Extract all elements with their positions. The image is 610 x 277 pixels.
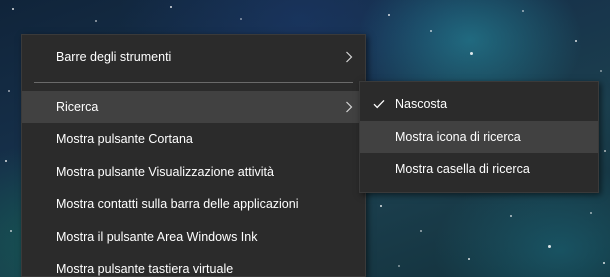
chevron-right-icon (343, 41, 355, 74)
menu-item-show-windows-ink-button[interactable]: Mostra il pulsante Area Windows Ink (22, 221, 365, 254)
menu-item-label: Mostra contatti sulla barra delle applic… (56, 197, 299, 211)
submenu-item-label: Nascosta (395, 97, 448, 111)
submenu-item-show-search-icon[interactable]: Mostra icona di ricerca (360, 120, 598, 153)
desktop-background: Barre degli strumenti Ricerca Mostra pul… (0, 0, 610, 277)
submenu-item-hidden[interactable]: Nascosta (360, 88, 598, 121)
menu-item-label: Mostra pulsante Visualizzazione attività (56, 164, 274, 179)
chevron-right-icon (343, 91, 355, 124)
menu-item-show-task-view-button[interactable]: Mostra pulsante Visualizzazione attività (22, 156, 365, 189)
menu-item-label: Barre degli strumenti (56, 50, 172, 64)
menu-separator (34, 81, 353, 83)
menu-item-show-people-on-taskbar[interactable]: Mostra contatti sulla barra delle applic… (22, 188, 365, 221)
checkmark-icon (371, 88, 387, 121)
menu-item-label: Mostra pulsante tastiera virtuale (56, 262, 234, 276)
menu-item-show-touch-keyboard-button[interactable]: Mostra pulsante tastiera virtuale (22, 253, 365, 277)
submenu-item-label: Mostra casella di ricerca (395, 162, 530, 176)
menu-item-toolbars[interactable]: Barre degli strumenti (22, 41, 365, 74)
menu-item-show-cortana-button[interactable]: Mostra pulsante Cortana (22, 123, 365, 156)
submenu-item-show-search-box[interactable]: Mostra casella di ricerca (360, 153, 598, 186)
menu-item-label: Mostra pulsante Cortana (56, 132, 193, 146)
menu-item-search[interactable]: Ricerca (22, 90, 365, 124)
menu-item-label: Ricerca (56, 99, 99, 114)
submenu-item-label: Mostra icona di ricerca (395, 129, 521, 144)
menu-item-label: Mostra il pulsante Area Windows Ink (56, 229, 258, 244)
taskbar-context-menu: Barre degli strumenti Ricerca Mostra pul… (21, 34, 366, 277)
search-submenu: Nascosta Mostra icona di ricerca Mostra … (359, 81, 599, 193)
